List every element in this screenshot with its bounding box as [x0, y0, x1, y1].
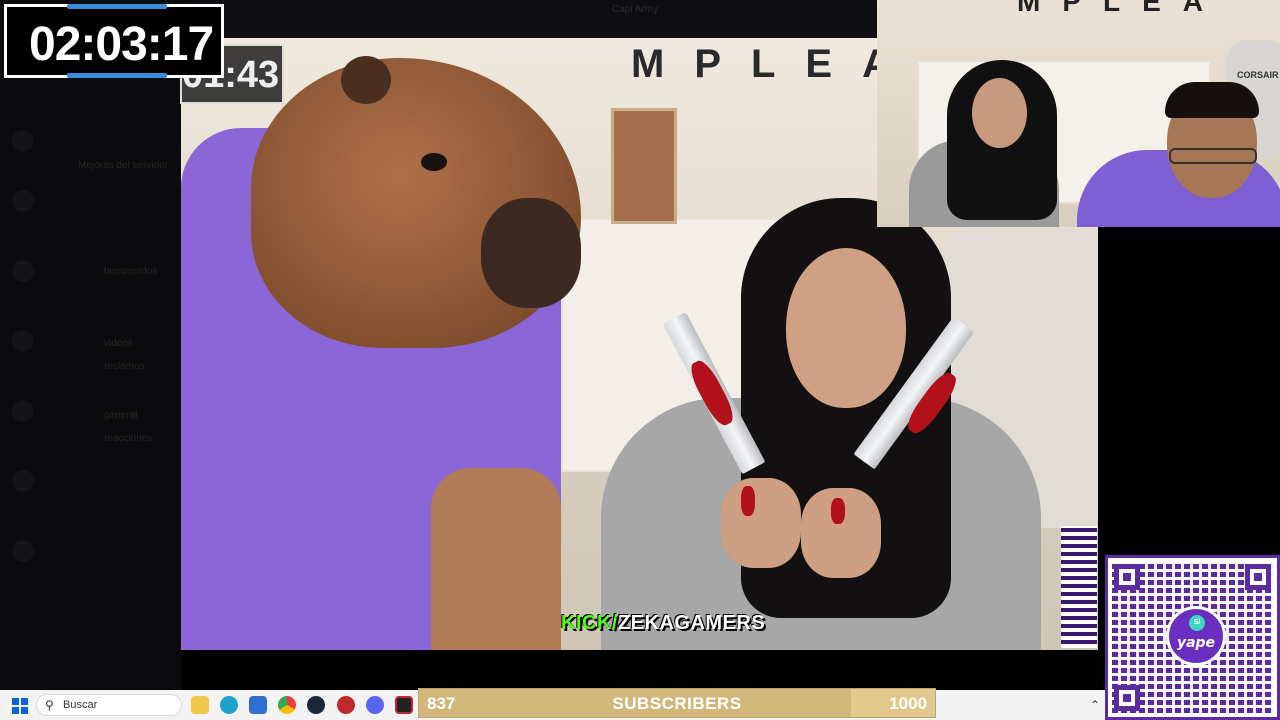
server-icon — [12, 330, 34, 352]
server-icon — [12, 400, 34, 422]
qr-finder — [1114, 564, 1140, 590]
server-icon — [12, 260, 34, 282]
subscriber-goal: 1000 — [889, 694, 927, 713]
server-icon — [12, 130, 34, 152]
timer-accent — [67, 4, 167, 9]
channel-label: videos — [104, 338, 133, 349]
capture-title-bar: Capi Army — [182, 0, 877, 38]
channel-label: general — [104, 410, 138, 421]
server-icon — [12, 190, 34, 212]
qr-finder — [1245, 564, 1271, 590]
capybara-ear — [341, 56, 391, 104]
search-icon: ⚲ — [45, 698, 54, 712]
background-poster — [611, 108, 677, 224]
discord-icon[interactable] — [366, 696, 384, 714]
streamer-woman-face — [972, 78, 1027, 148]
stream-timer-text: 02:03:17 — [29, 18, 214, 71]
background-sidebar: Mejoras del servidor bienvenidos videos … — [0, 0, 182, 690]
webcam-banner: MPLEA — [1017, 0, 1225, 17]
capture-title: Capi Army — [612, 4, 659, 15]
capybara-snout — [481, 198, 581, 308]
subtitle-kick: KICK/ — [561, 612, 618, 634]
webcam-feed: MPLEA CORSAIR — [877, 0, 1280, 227]
chair-brand: CORSAIR — [1237, 70, 1279, 80]
yape-qr-code: S/ yape — [1105, 555, 1280, 720]
video-qr-code — [1061, 526, 1097, 648]
woman-face — [786, 248, 906, 408]
server-icon — [12, 540, 34, 562]
store-icon[interactable] — [249, 696, 267, 714]
blood-stain — [831, 498, 845, 524]
channel-label: bienvenidos — [104, 266, 158, 277]
yape-logo: S/ yape — [1166, 606, 1226, 666]
search-placeholder: Buscar — [63, 699, 98, 711]
qr-finder — [1114, 685, 1140, 711]
app-icon[interactable] — [337, 696, 355, 714]
server-icon — [12, 470, 34, 492]
yape-coin-icon: S/ — [1189, 615, 1205, 631]
channel-label: reacciones — [104, 433, 153, 444]
blood-stain — [741, 486, 755, 516]
subtitle-channel: ZEKAGAMERS — [617, 612, 766, 634]
chrome-icon[interactable] — [278, 696, 296, 714]
edge-icon[interactable] — [220, 696, 238, 714]
epic-games-icon[interactable] — [395, 696, 413, 714]
taskbar-search[interactable]: ⚲ Buscar — [36, 694, 182, 716]
woman-hand-left — [721, 478, 801, 568]
stream-timer: 02:03:17 — [4, 4, 224, 78]
channel-label: reclamos — [104, 361, 145, 372]
subscriber-label: SUBSCRIBERS — [612, 694, 742, 713]
capybara-eye — [421, 153, 447, 171]
file-explorer-icon[interactable] — [191, 696, 209, 714]
subscriber-goal-bar: 837 SUBSCRIBERS 1000 — [418, 688, 936, 718]
tray-chevron-icon[interactable]: ⌃ — [1090, 698, 1100, 712]
channel-label: Mejoras del servidor — [78, 160, 169, 171]
glasses — [1169, 148, 1257, 164]
steam-icon[interactable] — [307, 696, 325, 714]
timer-accent — [67, 73, 167, 78]
capybara-arm — [431, 468, 561, 650]
streamer-man-hair — [1165, 82, 1259, 118]
windows-start-icon[interactable] — [12, 698, 28, 714]
yape-brand: yape — [1176, 635, 1216, 651]
video-subtitle: KICK/ZEKAGAMERS — [561, 612, 765, 635]
